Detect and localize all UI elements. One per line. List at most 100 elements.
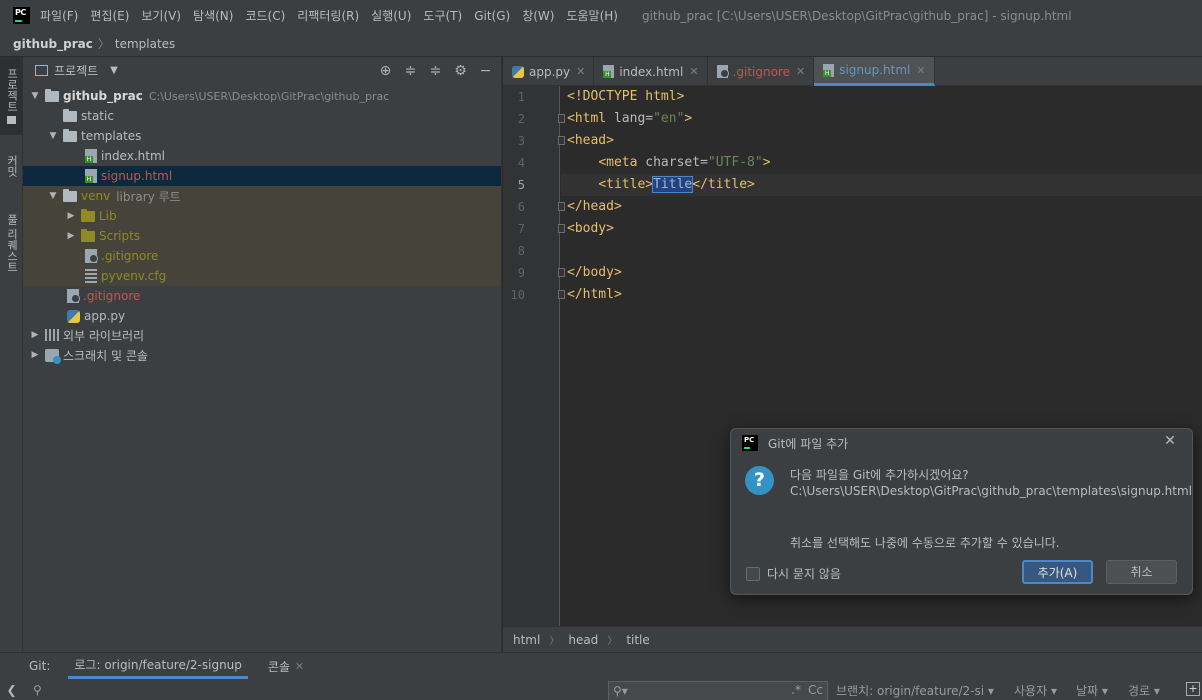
commit-tool-tab[interactable]: 커밋	[0, 143, 23, 189]
tab-app-py[interactable]: app.py ✕	[503, 57, 595, 86]
tree-item-scratches[interactable]: ▶ 스크래치 및 콘솔	[23, 345, 501, 365]
chevron-right-icon[interactable]: ▶	[65, 211, 77, 221]
line-number: 6	[517, 200, 525, 214]
chevron-right-icon[interactable]: ▶	[29, 350, 41, 360]
branch-filter[interactable]: 브랜치: origin/feature/2-si ▾	[836, 682, 994, 699]
window-title: github_prac [C:\Users\USER\Desktop\GitPr…	[641, 8, 1072, 23]
tree-item-app-py[interactable]: app.py	[23, 306, 501, 326]
tree-item-pyvenv-cfg[interactable]: pyvenv.cfg	[23, 266, 501, 286]
selected-text: Title	[652, 176, 694, 193]
menu-git[interactable]: Git(G)	[474, 9, 510, 23]
checkbox-box[interactable]	[746, 566, 760, 581]
code-token: </html>	[567, 287, 622, 302]
chevron-down-icon[interactable]: ▼	[47, 131, 59, 141]
dont-ask-again-checkbox[interactable]: 다시 묻지 않음	[746, 565, 841, 582]
expand-all-icon[interactable]: ≑	[401, 61, 420, 80]
close-icon[interactable]: ✕	[1162, 433, 1178, 449]
breadcrumb: github_prac 〉 templates	[0, 31, 1202, 57]
menu-help[interactable]: 도움말(H)	[566, 7, 618, 24]
project-view-icon	[35, 65, 48, 76]
menu-view[interactable]: 보기(V)	[141, 7, 181, 24]
dialog-question: 다음 파일을 Git에 추가하시겠어요?	[790, 468, 969, 482]
menu-code[interactable]: 코드(C)	[245, 7, 285, 24]
html-file-icon	[823, 63, 835, 77]
match-case-icon[interactable]: Cc	[808, 683, 823, 697]
project-tool-tab[interactable]: 프로젝트	[0, 57, 23, 135]
chevron-down-icon[interactable]: ▼	[29, 91, 41, 101]
path-filter[interactable]: 경로 ▾	[1128, 682, 1160, 699]
close-icon[interactable]: ✕	[916, 64, 925, 77]
scratch-console-icon	[45, 348, 61, 364]
cancel-button[interactable]: 취소	[1106, 560, 1177, 584]
tab-signup-html[interactable]: signup.html ✕	[814, 57, 935, 86]
chevron-right-icon[interactable]: ▶	[29, 330, 41, 340]
code-line: <body>	[561, 218, 1202, 240]
add-button[interactable]: 추가(A)	[1022, 560, 1093, 584]
pull-request-tool-tab[interactable]: 풀 리퀘스트	[0, 203, 23, 283]
tree-item-venv[interactable]: ▼ venv library 루트	[23, 186, 501, 206]
menu-file[interactable]: 파일(F)	[40, 7, 78, 24]
close-icon[interactable]: ✕	[295, 660, 304, 673]
gear-icon[interactable]: ⚙	[451, 61, 470, 80]
tree-item-signup-html[interactable]: signup.html	[23, 166, 501, 186]
tab-gitignore[interactable]: .gitignore ✕	[708, 57, 815, 86]
tree-item-static[interactable]: static	[23, 106, 501, 126]
tree-item-external-libraries[interactable]: ▶ 외부 라이브러리	[23, 325, 501, 345]
git-text-filter-input[interactable]: ⚲▾ .* Cc	[608, 681, 828, 700]
git-tool-window: Git: 로그: origin/feature/2-signup 콘솔 ✕ ❮ …	[0, 652, 1202, 700]
chevron-left-icon[interactable]: ❮	[0, 683, 23, 697]
tree-item-gitignore[interactable]: .gitignore	[23, 286, 501, 306]
tree-item-index-html[interactable]: index.html	[23, 146, 501, 166]
dialog-note: 취소를 선택해도 나중에 수동으로 추가할 수 있습니다.	[790, 536, 1060, 550]
tab-index-html[interactable]: index.html ✕	[594, 57, 708, 86]
tree-item-path: C:\Users\USER\Desktop\GitPrac\github_pra…	[148, 89, 390, 103]
breadcrumb-head[interactable]: head	[568, 633, 598, 647]
menu-run[interactable]: 실행(U)	[371, 7, 411, 24]
ignore-file-icon	[67, 289, 80, 303]
breadcrumb-html[interactable]: html	[513, 633, 540, 647]
line-number: 8	[517, 244, 525, 258]
tree-item-project-root[interactable]: ▼ github_prac C:\Users\USER\Desktop\GitP…	[23, 86, 501, 106]
add-icon[interactable]: +	[1186, 682, 1200, 696]
code-line: </head>	[561, 196, 1202, 218]
close-icon[interactable]: ✕	[796, 65, 805, 78]
menu-navigate[interactable]: 탐색(N)	[193, 7, 233, 24]
project-panel-title[interactable]: 프로젝트	[54, 62, 98, 79]
breadcrumb-templates[interactable]: templates	[115, 37, 175, 51]
branch-filter-label: 브랜치: origin/feature/2-si	[836, 684, 985, 698]
close-icon[interactable]: ✕	[689, 65, 698, 78]
regex-icon[interactable]: .*	[791, 683, 801, 697]
chevron-down-icon[interactable]: ▼	[47, 191, 59, 201]
line-number: 10	[510, 288, 525, 302]
menu-refactor[interactable]: 리팩터링(R)	[297, 7, 359, 24]
tab-git-console[interactable]: 콘솔 ✕	[262, 653, 310, 679]
tree-item-tag: library 루트	[116, 189, 181, 204]
config-file-icon	[85, 269, 97, 283]
menu-tools[interactable]: 도구(T)	[423, 7, 462, 24]
menu-edit[interactable]: 편집(E)	[90, 7, 129, 24]
tree-item-templates[interactable]: ▼ templates	[23, 126, 501, 146]
tab-git-log[interactable]: 로그: origin/feature/2-signup	[68, 653, 248, 679]
breadcrumb-title[interactable]: title	[626, 633, 649, 647]
chevron-right-icon[interactable]: ▶	[65, 231, 77, 241]
user-filter[interactable]: 사용자 ▾	[1014, 682, 1057, 699]
breadcrumb-project[interactable]: github_prac	[13, 37, 93, 51]
date-filter[interactable]: 날짜 ▾	[1076, 682, 1108, 699]
chevron-down-icon[interactable]: ▼	[110, 65, 118, 76]
close-icon[interactable]: ✕	[576, 65, 585, 78]
locate-file-icon[interactable]: ⊕	[376, 61, 395, 80]
tree-item-scripts[interactable]: ▶ Scripts	[23, 226, 501, 246]
collapse-all-icon[interactable]: ≑	[426, 61, 445, 80]
tree-item-lib[interactable]: ▶ Lib	[23, 206, 501, 226]
hide-panel-icon[interactable]: −	[476, 61, 495, 80]
folder-icon	[81, 228, 95, 242]
checkbox-label: 다시 묻지 않음	[767, 567, 841, 581]
code-line-current: <title>Title</title>	[561, 174, 1202, 196]
html-file-icon	[85, 169, 97, 183]
code-token: </body>	[567, 265, 622, 280]
tab-label: .gitignore	[732, 64, 790, 79]
menu-window[interactable]: 창(W)	[522, 7, 554, 24]
editor-breadcrumb: html 〉 head 〉 title	[503, 626, 1202, 652]
git-log-search-input[interactable]: ⚲	[33, 680, 553, 700]
tree-item-venv-gitignore[interactable]: .gitignore	[23, 246, 501, 266]
